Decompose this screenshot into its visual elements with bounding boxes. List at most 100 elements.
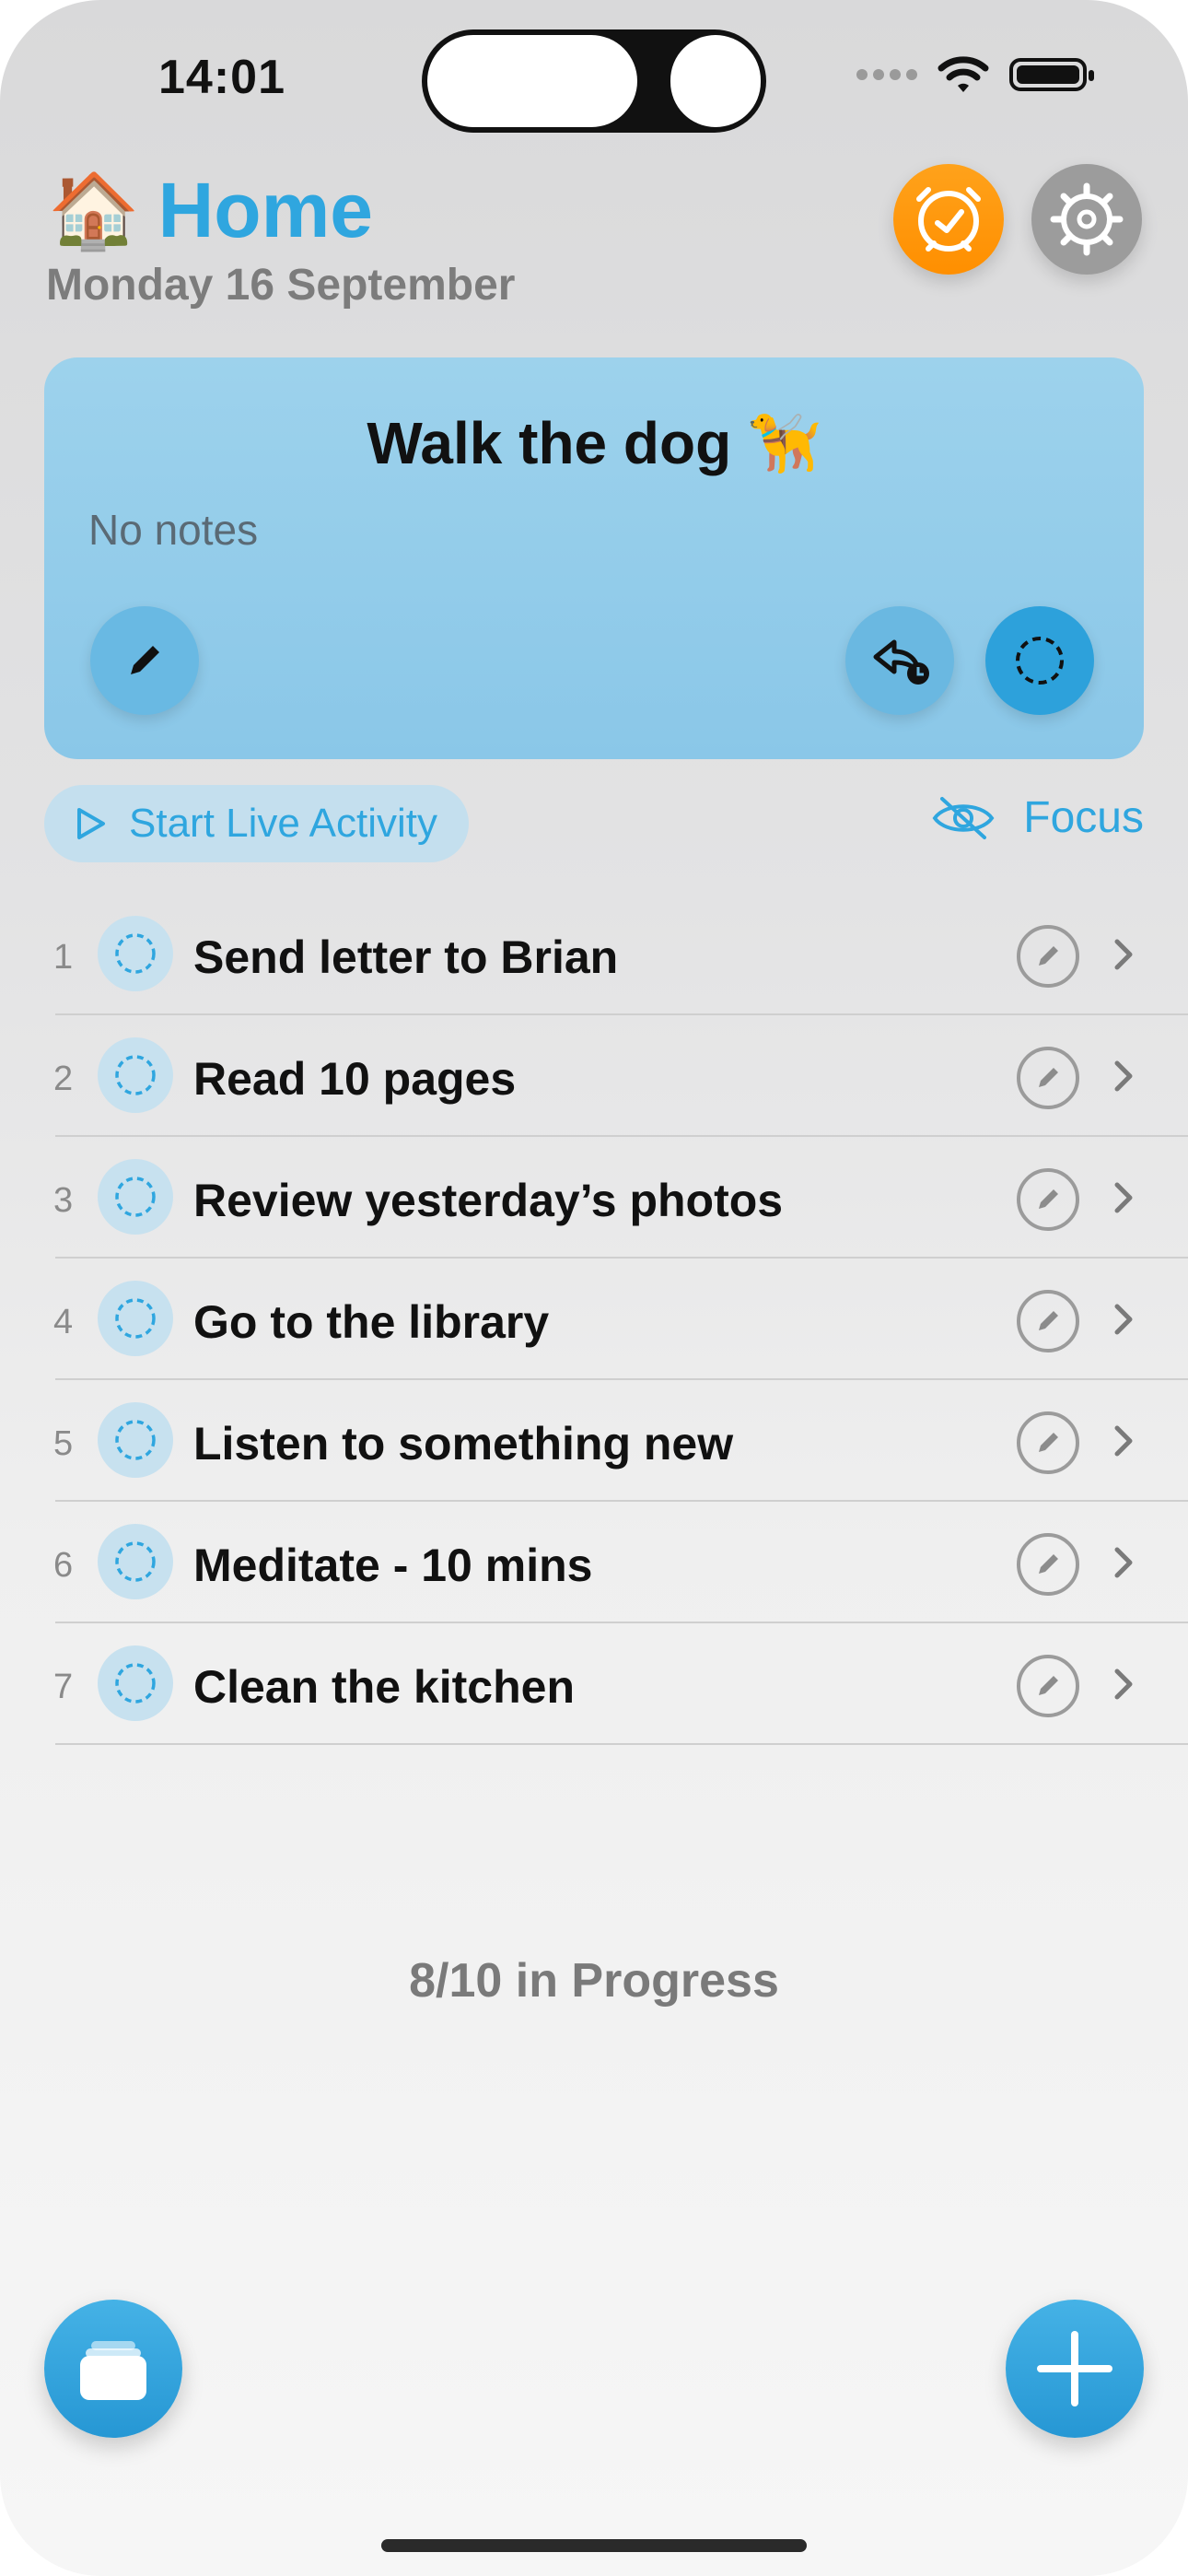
chevron-right-icon: [1114, 1669, 1133, 1700]
chevron-right-icon: [1114, 1425, 1133, 1457]
start-live-activity-button[interactable]: Start Live Activity: [44, 785, 470, 862]
dashed-circle-icon: [115, 1177, 156, 1217]
dynamic-island: [422, 29, 766, 133]
progress-summary: 8/10 in Progress: [409, 1954, 779, 2008]
current-task-notes: No notes: [88, 506, 259, 554]
task-title: Meditate - 10 mins: [193, 1540, 593, 1591]
pencil-icon: [1039, 1554, 1058, 1574]
task-row-5[interactable]: 5 Listen to something new: [0, 1380, 1188, 1502]
chevron-right-icon: [1114, 1304, 1133, 1335]
current-task-card[interactable]: Walk the dog 🦮 No notes: [44, 357, 1144, 759]
task-complete-toggle[interactable]: [98, 1159, 173, 1235]
edit-task-button[interactable]: [90, 606, 199, 715]
task-title: Review yesterday’s photos: [193, 1175, 784, 1226]
dashed-circle-icon: [115, 1055, 156, 1095]
eye-slash-icon: [932, 796, 995, 839]
task-complete-toggle[interactable]: [98, 1037, 173, 1113]
task-title: Clean the kitchen: [193, 1661, 575, 1713]
plus-icon: [1037, 2331, 1112, 2406]
task-edit-button[interactable]: [1017, 1655, 1079, 1717]
lists-button[interactable]: [44, 2300, 182, 2438]
live-activity-label: Start Live Activity: [129, 801, 438, 846]
task-complete-toggle[interactable]: [98, 1402, 173, 1478]
task-chevron[interactable]: [1105, 1170, 1142, 1225]
island-dot: [670, 35, 761, 127]
task-row-1[interactable]: 1 Send letter to Brian: [0, 894, 1188, 1015]
task-edit-button[interactable]: [1017, 1411, 1079, 1474]
task-number: 6: [53, 1546, 74, 1585]
dashed-circle-icon: [1016, 637, 1064, 685]
alarm-button[interactable]: [893, 164, 1004, 275]
task-title: Read 10 pages: [193, 1053, 517, 1105]
task-edit-button[interactable]: [1017, 1047, 1079, 1109]
status-icons: [856, 55, 1094, 94]
pencil-icon: [131, 646, 159, 674]
chevron-right-icon: [1114, 1182, 1133, 1213]
task-edit-button[interactable]: [1017, 1533, 1079, 1596]
task-title: Send letter to Brian: [193, 931, 619, 983]
defer-task-button[interactable]: [845, 606, 954, 715]
task-complete-toggle[interactable]: [98, 916, 173, 991]
task-number: 1: [53, 938, 74, 977]
task-number: 3: [53, 1181, 74, 1220]
stack-icon: [80, 2341, 146, 2400]
task-chevron[interactable]: [1105, 1413, 1142, 1469]
task-list: 1 Send letter to Brian 2 Read 10 pages 3…: [0, 894, 1188, 1745]
task-complete-toggle[interactable]: [98, 1524, 173, 1599]
dashed-circle-icon: [115, 1298, 156, 1339]
task-edit-button[interactable]: [1017, 925, 1079, 988]
chevron-right-icon: [1114, 939, 1133, 970]
task-complete-toggle[interactable]: [98, 1281, 173, 1356]
task-number: 5: [53, 1424, 74, 1463]
task-title: Go to the library: [193, 1296, 550, 1348]
task-title: Listen to something new: [193, 1418, 734, 1469]
chevron-right-icon: [1114, 1060, 1133, 1092]
task-complete-toggle[interactable]: [98, 1645, 173, 1721]
battery-icon: [1009, 58, 1094, 91]
task-number: 4: [53, 1303, 74, 1341]
task-row-7[interactable]: 7 Clean the kitchen: [0, 1623, 1188, 1745]
task-row-4[interactable]: 4 Go to the library: [0, 1259, 1188, 1380]
task-row-6[interactable]: 6 Meditate - 10 mins: [0, 1502, 1188, 1623]
task-chevron[interactable]: [1105, 1292, 1142, 1347]
dashed-circle-icon: [115, 933, 156, 974]
page-header: 🏠 Home: [48, 166, 373, 255]
cellular-signal-icon: [856, 69, 917, 80]
task-chevron[interactable]: [1105, 927, 1142, 982]
house-emoji: 🏠: [48, 169, 140, 252]
pencil-icon: [1039, 1189, 1058, 1209]
task-edit-button[interactable]: [1017, 1168, 1079, 1231]
home-indicator[interactable]: [381, 2539, 807, 2552]
focus-button[interactable]: Focus: [931, 792, 1144, 843]
wifi-icon: [938, 56, 989, 92]
page-date: Monday 16 September: [46, 261, 516, 310]
task-row-2[interactable]: 2 Read 10 pages: [0, 1015, 1188, 1137]
task-number: 7: [53, 1668, 74, 1706]
gear-icon: [1050, 182, 1124, 256]
task-chevron[interactable]: [1105, 1657, 1142, 1712]
pencil-icon: [1039, 1311, 1058, 1330]
status-time: 14:01: [158, 51, 285, 104]
dashed-circle-icon: [115, 1541, 156, 1582]
add-task-button[interactable]: [1006, 2300, 1144, 2438]
task-chevron[interactable]: [1105, 1048, 1142, 1104]
task-edit-button[interactable]: [1017, 1290, 1079, 1352]
dashed-circle-icon: [115, 1663, 156, 1704]
settings-button[interactable]: [1031, 164, 1142, 275]
dashed-circle-icon: [115, 1420, 156, 1460]
pencil-icon: [1039, 1433, 1058, 1452]
pencil-icon: [1039, 1676, 1058, 1695]
play-icon: [77, 808, 105, 839]
focus-label: Focus: [1023, 793, 1144, 842]
defer-arrow-icon: [873, 639, 929, 685]
pencil-icon: [1039, 1068, 1058, 1087]
chevron-right-icon: [1114, 1547, 1133, 1578]
page-title[interactable]: Home: [158, 166, 373, 255]
alarm-clock-icon: [916, 187, 981, 252]
task-number: 2: [53, 1060, 74, 1098]
row-divider: [55, 1743, 1188, 1745]
task-row-3[interactable]: 3 Review yesterday’s photos: [0, 1137, 1188, 1259]
pencil-icon: [1039, 946, 1058, 966]
complete-task-button[interactable]: [985, 606, 1094, 715]
task-chevron[interactable]: [1105, 1535, 1142, 1590]
